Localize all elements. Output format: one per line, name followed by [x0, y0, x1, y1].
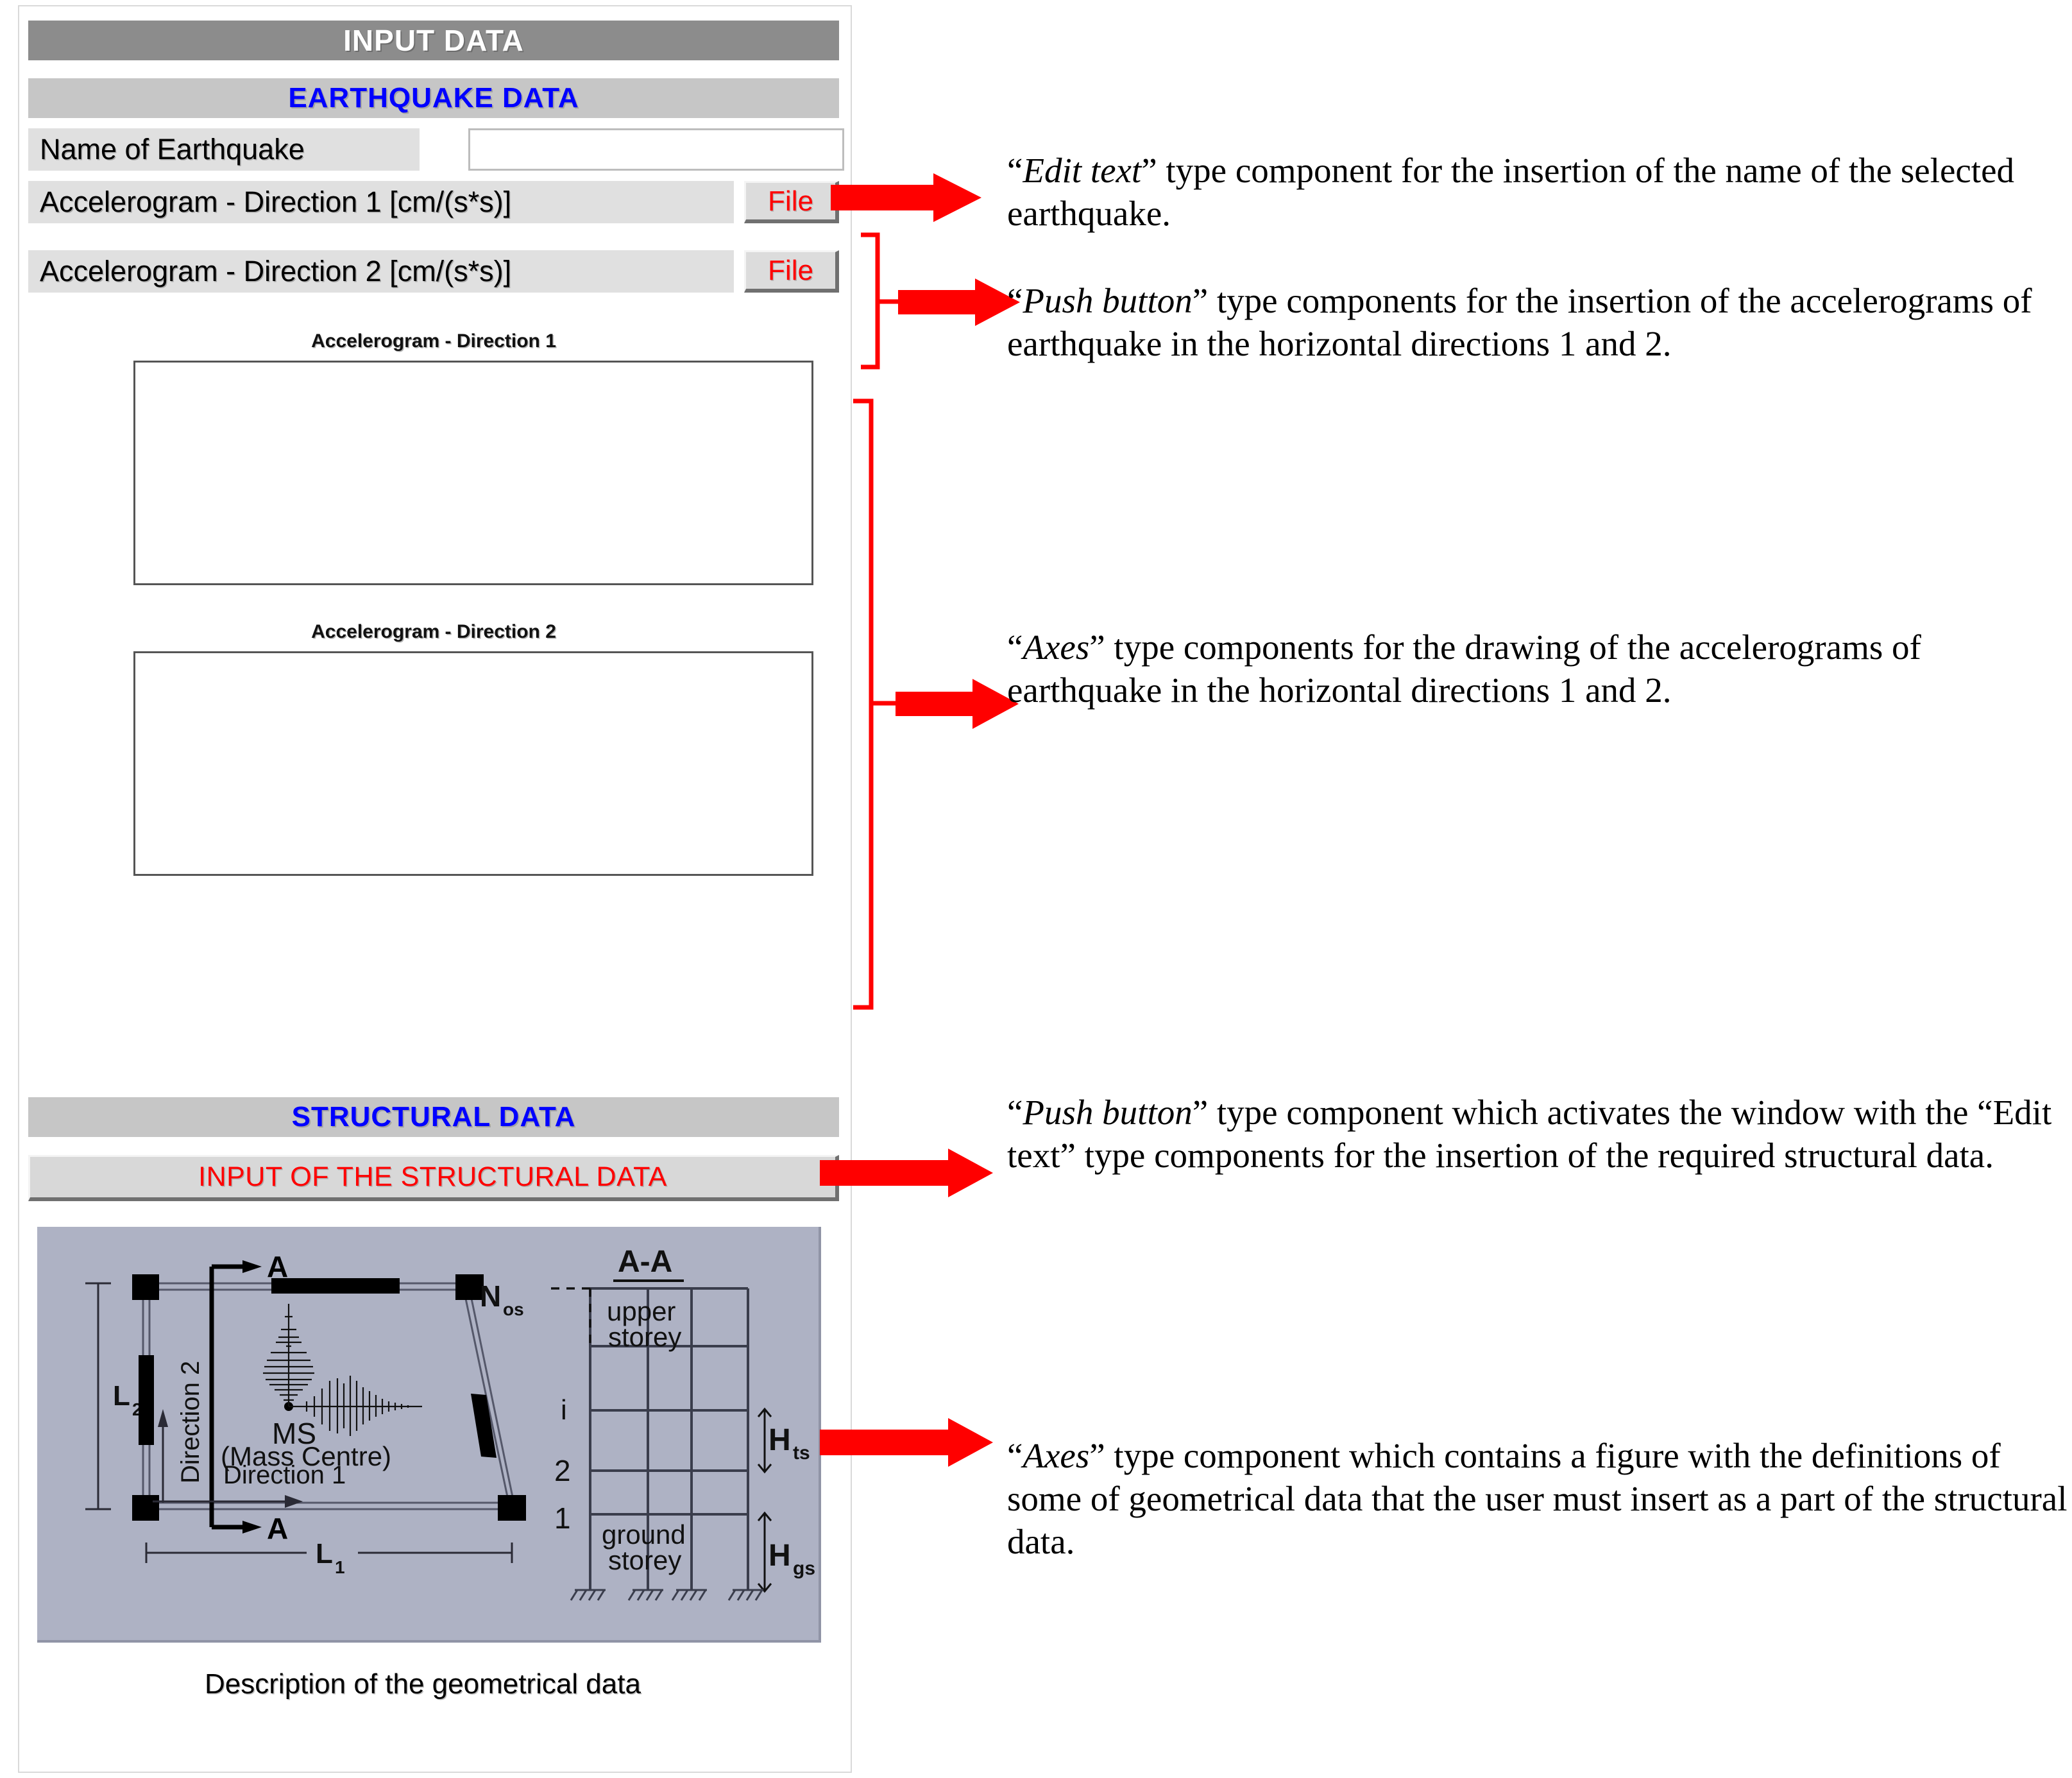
svg-text:L: L: [113, 1380, 130, 1412]
svg-text:Direction 2: Direction 2: [176, 1361, 205, 1483]
annotation-2-open-quote: “: [1007, 281, 1023, 320]
svg-text:(Mass Centre): (Mass Centre): [221, 1441, 391, 1471]
name-of-earthquake-input[interactable]: [468, 128, 844, 171]
annotation-5-body: ” type component which contains a figure…: [1007, 1436, 2068, 1562]
name-of-earthquake-label: Name of Earthquake: [28, 128, 420, 171]
svg-text:A: A: [267, 1250, 288, 1283]
svg-text:2: 2: [554, 1454, 571, 1487]
figure-caption: Description of the geometrical data: [205, 1668, 641, 1700]
file-button-direction-1-label: File: [768, 185, 813, 217]
svg-text:H: H: [769, 1423, 791, 1457]
annotation-4-open-quote: “: [1007, 1093, 1023, 1132]
annotation-text-2: “Push button” type components for the in…: [1007, 279, 2072, 365]
annotation-3-body: ” type components for the drawing of the…: [1007, 628, 1921, 710]
annotation-5-term: Axes: [1023, 1436, 1090, 1475]
input-data-panel: INPUT DATA EARTHQUAKE DATA Name of Earth…: [18, 5, 852, 1773]
accelerogram-direction-1-label-text: Accelerogram - Direction 1 [cm/(s*s)]: [40, 185, 512, 218]
annotation-text-1: “Edit text” type component for the inser…: [1007, 149, 2059, 235]
annotation-1-term: Edit text: [1023, 151, 1142, 190]
structural-data-title: STRUCTURAL DATA: [291, 1101, 576, 1133]
svg-text:A-A: A-A: [618, 1245, 672, 1279]
annotation-text-5: “Axes” type component which contains a f…: [1007, 1434, 2072, 1563]
geometry-figure-axes[interactable]: L 2 A A Direction 2 Direction 1 MS (Mass…: [37, 1227, 821, 1643]
annotation-text-4: “Push button” type component which activ…: [1007, 1091, 2072, 1177]
geometry-figure-drawing: L 2 A A Direction 2 Direction 1 MS (Mass…: [85, 1245, 815, 1601]
annotation-text-3: “Axes” type components for the drawing o…: [1007, 626, 2059, 712]
annotation-3-open-quote: “: [1007, 628, 1023, 667]
annotation-3-term: Axes: [1023, 628, 1090, 667]
structural-data-section-header: STRUCTURAL DATA: [28, 1097, 839, 1137]
annotation-bracket-2: [861, 232, 901, 370]
svg-text:1: 1: [554, 1501, 571, 1535]
input-structural-data-button-label: INPUT OF THE STRUCTURAL DATA: [198, 1161, 667, 1192]
input-structural-data-button[interactable]: INPUT OF THE STRUCTURAL DATA: [28, 1155, 839, 1201]
panel-title: INPUT DATA: [343, 24, 524, 57]
svg-text:gs: gs: [793, 1558, 815, 1579]
axes-direction-2-title: Accelerogram - Direction 2: [311, 621, 556, 642]
earthquake-data-title: EARTHQUAKE DATA: [288, 82, 579, 114]
annotation-4-term: Push button: [1023, 1093, 1193, 1132]
svg-text:storey: storey: [608, 1322, 681, 1352]
svg-text:A: A: [267, 1512, 288, 1545]
annotation-2-term: Push button: [1023, 281, 1193, 320]
svg-text:H: H: [769, 1539, 791, 1573]
svg-text:ts: ts: [793, 1442, 810, 1464]
annotation-bracket-3: [853, 398, 896, 1010]
axes-plot-direction-1[interactable]: [133, 361, 813, 585]
annotation-5-open-quote: “: [1007, 1436, 1023, 1475]
name-of-earthquake-label-text: Name of Earthquake: [40, 133, 305, 166]
axes-plot-direction-2[interactable]: [133, 651, 813, 876]
accelerogram-direction-2-label-text: Accelerogram - Direction 2 [cm/(s*s)]: [40, 255, 512, 287]
panel-title-bar: INPUT DATA: [28, 21, 839, 60]
svg-text:storey: storey: [608, 1545, 681, 1575]
annotation-1-body: ” type component for the insertion of th…: [1007, 151, 2014, 234]
file-button-direction-2[interactable]: File: [744, 250, 839, 293]
accelerogram-direction-2-label: Accelerogram - Direction 2 [cm/(s*s)]: [28, 250, 734, 293]
annotation-arrow-1: [831, 173, 981, 222]
axes-direction-1-title: Accelerogram - Direction 1: [311, 330, 556, 352]
accelerogram-direction-1-label: Accelerogram - Direction 1 [cm/(s*s)]: [28, 181, 734, 223]
file-button-direction-2-label: File: [768, 254, 813, 286]
annotation-arrow-3: [896, 679, 1019, 729]
svg-text:L: L: [316, 1538, 333, 1569]
annotation-1-open-quote: “: [1007, 151, 1023, 190]
svg-text:os: os: [503, 1299, 524, 1319]
svg-text:1: 1: [335, 1557, 345, 1577]
annotation-arrow-2: [898, 278, 1020, 326]
earthquake-data-section-header: EARTHQUAKE DATA: [28, 78, 839, 118]
svg-text:N: N: [480, 1279, 501, 1313]
svg-text:i: i: [561, 1394, 567, 1426]
file-button-direction-1[interactable]: File: [744, 181, 839, 223]
